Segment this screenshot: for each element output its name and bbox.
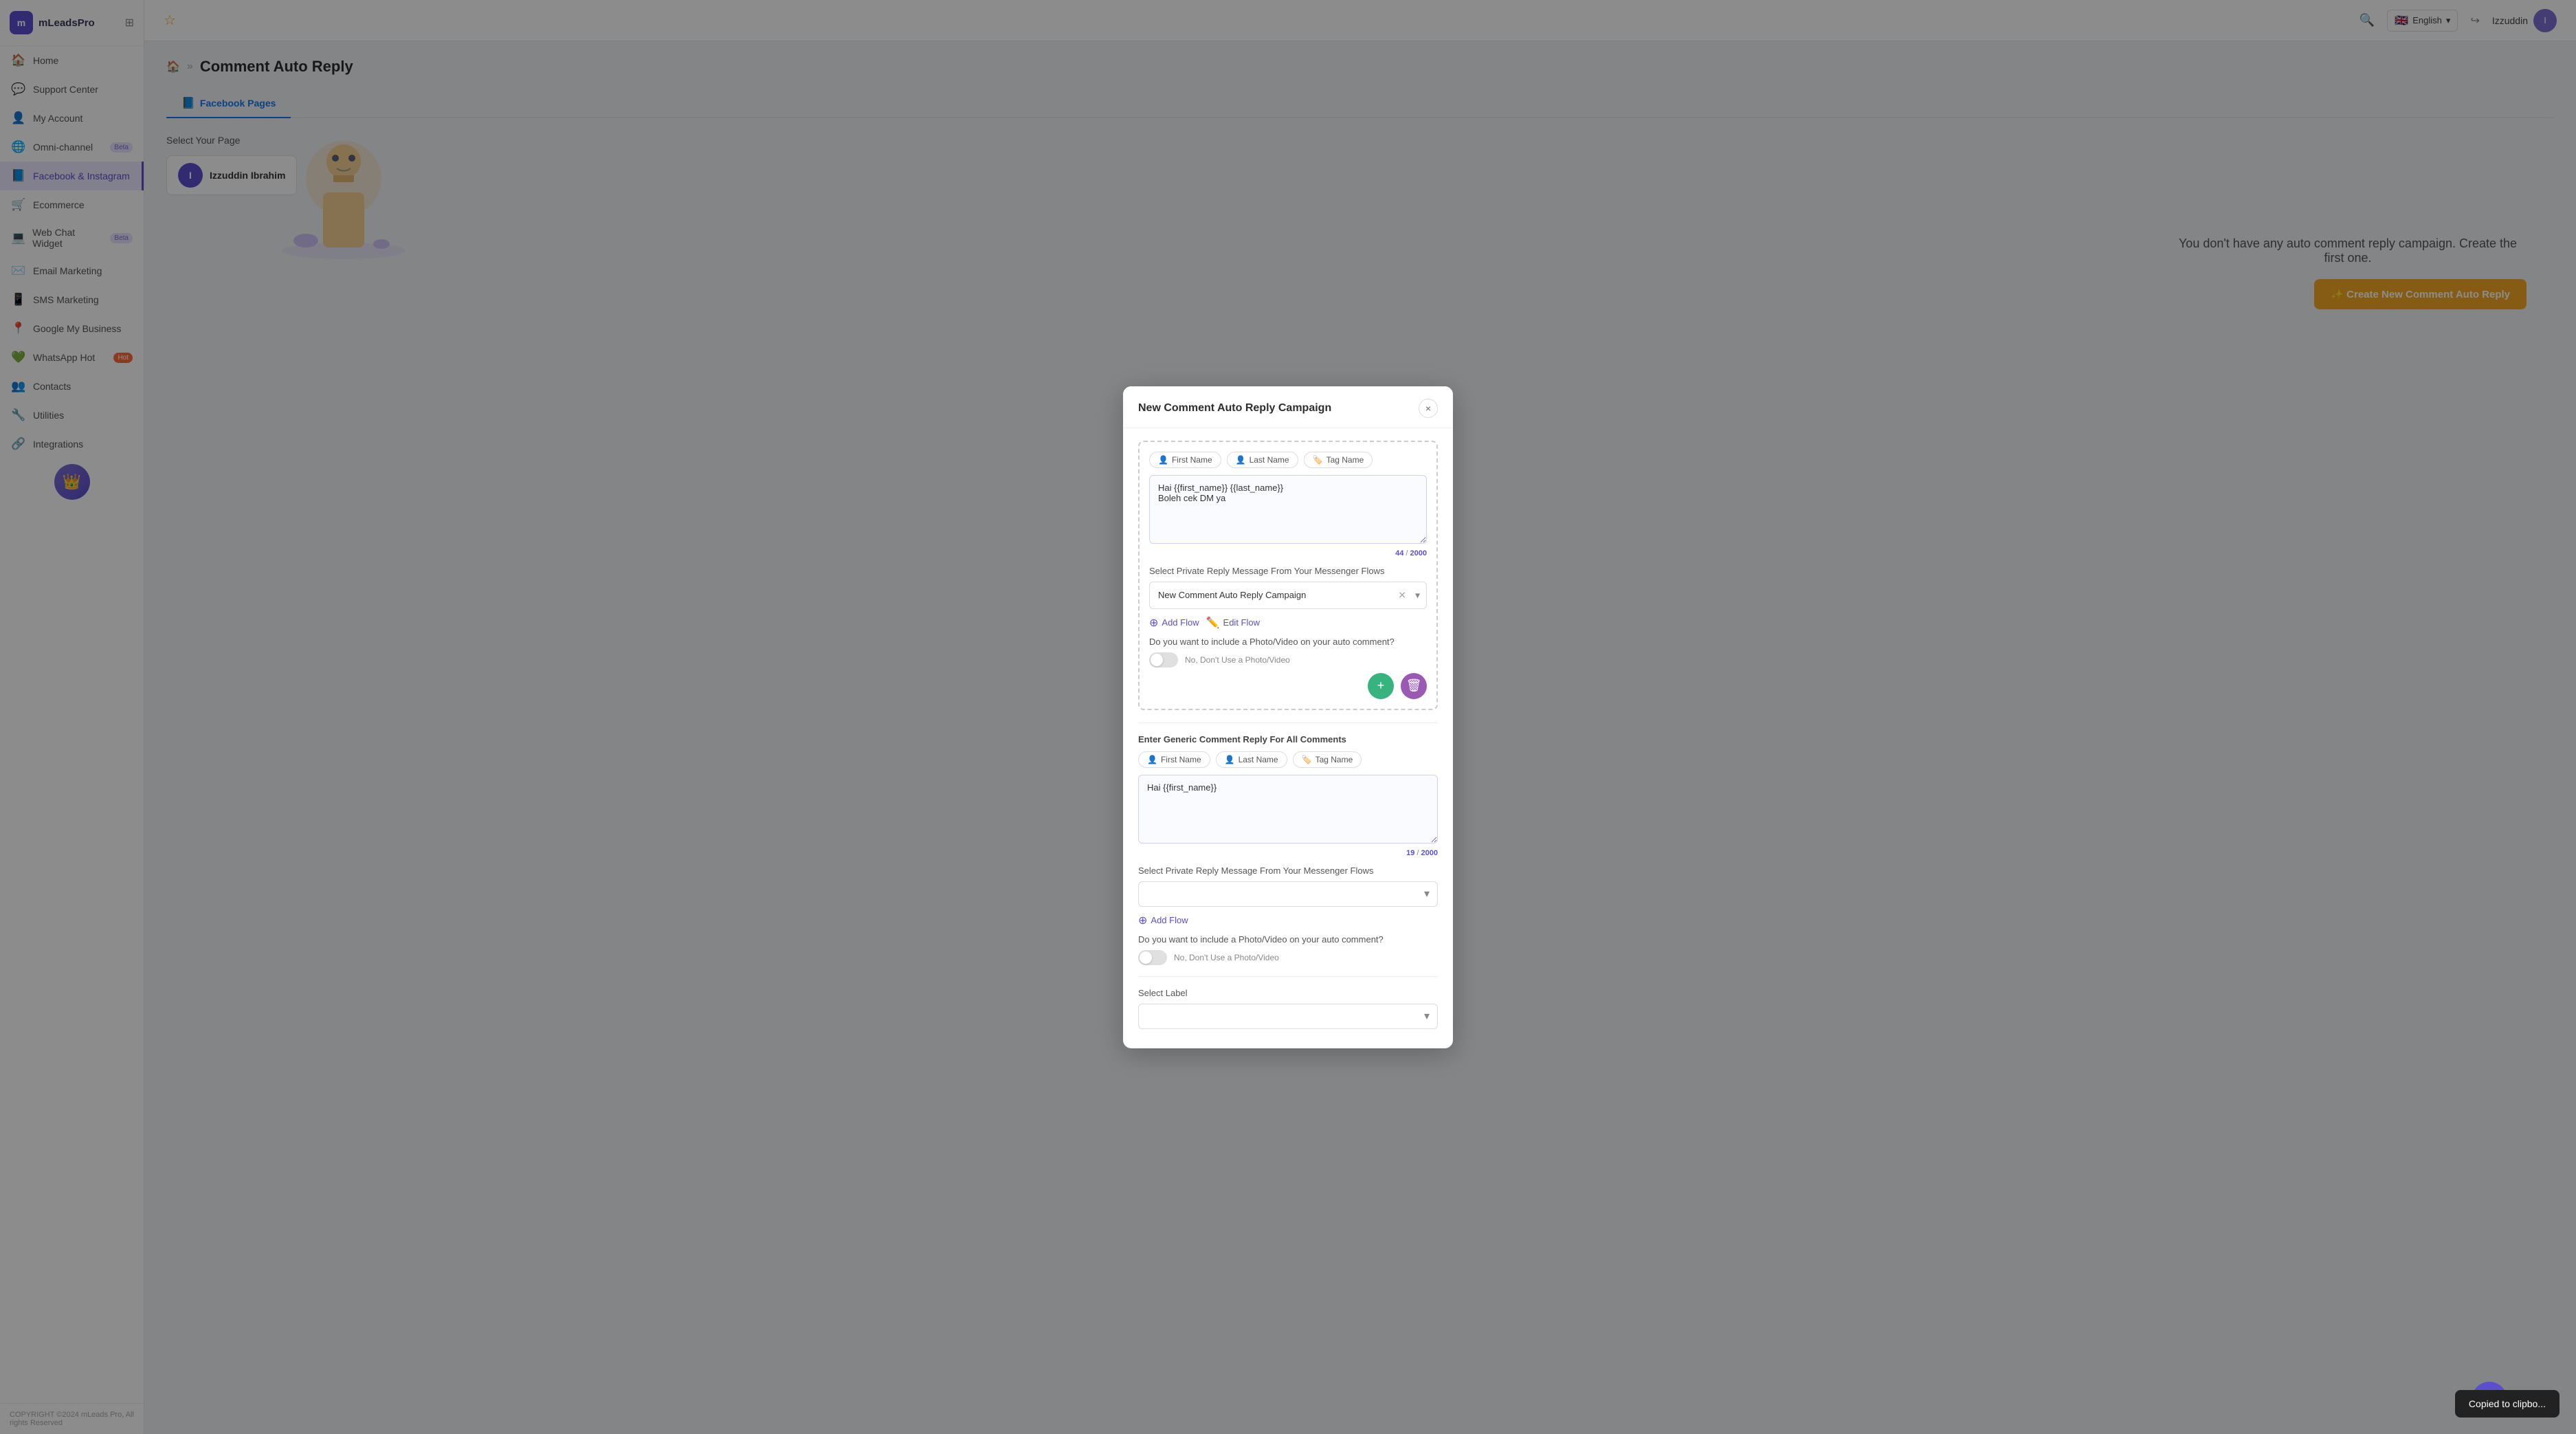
- private-reply-value-1[interactable]: New Comment Auto Reply Campaign: [1149, 582, 1427, 609]
- char-count-1: 44 / 2000: [1149, 549, 1427, 558]
- char-count-2: 19 / 2000: [1138, 849, 1438, 857]
- section-divider-2: [1138, 976, 1438, 977]
- plus-circle-icon: ⊕: [1149, 616, 1158, 630]
- person-icon: 👤: [1158, 455, 1168, 465]
- copied-toast: Copied to clipbo...: [2455, 1390, 2560, 1418]
- first-name-tag-button[interactable]: 👤 First Name: [1149, 452, 1221, 468]
- private-reply-label-2: Select Private Reply Message From Your M…: [1138, 865, 1438, 876]
- section-divider: [1138, 722, 1438, 723]
- private-reply-dropdown-2[interactable]: [1138, 881, 1438, 907]
- tag-icon: 🏷️: [1313, 455, 1323, 465]
- toggle-label-1: No, Don't Use a Photo/Video: [1185, 655, 1290, 665]
- modal-title: New Comment Auto Reply Campaign: [1138, 402, 1331, 415]
- plus-circle-icon-2: ⊕: [1138, 914, 1147, 927]
- label-dropdown[interactable]: [1138, 1004, 1438, 1029]
- photo-toggle-1[interactable]: [1149, 652, 1178, 668]
- modal-overlay: New Comment Auto Reply Campaign × 👤 Firs…: [0, 0, 2576, 1434]
- new-campaign-modal: New Comment Auto Reply Campaign × 👤 Firs…: [1123, 386, 1453, 1048]
- toggle-label-2: No, Don't Use a Photo/Video: [1174, 953, 1279, 962]
- private-reply-label-1: Select Private Reply Message From Your M…: [1149, 566, 1427, 576]
- label-select-wrap: ▾: [1138, 1004, 1438, 1029]
- private-reply-select-1: New Comment Auto Reply Campaign ✕ ▾: [1149, 582, 1427, 609]
- section-actions-1: + 🗑: [1149, 673, 1427, 699]
- message-input-1[interactable]: Hai {{first_name}} {{last_name}} Boleh c…: [1149, 475, 1427, 544]
- tag-name-tag-button[interactable]: 🏷️ Tag Name: [1304, 452, 1373, 468]
- generic-reply-label: Enter Generic Comment Reply For All Comm…: [1138, 734, 1438, 744]
- tag-icon-2: 🏷️: [1302, 755, 1312, 764]
- edit-icon: ✏️: [1206, 616, 1220, 630]
- edit-flow-button[interactable]: ✏️ Edit Flow: [1206, 616, 1260, 630]
- toggle-row-2: No, Don't Use a Photo/Video: [1138, 950, 1438, 965]
- private-reply-select-2: ▾: [1138, 881, 1438, 907]
- flow-actions-1: ⊕ Add Flow ✏️ Edit Flow: [1149, 616, 1427, 630]
- person-icon: 👤: [1236, 455, 1246, 465]
- clear-selection-icon[interactable]: ✕: [1398, 589, 1406, 601]
- message-input-2[interactable]: Hai {{first_name}}: [1138, 775, 1438, 843]
- first-name-tag-button-2[interactable]: 👤 First Name: [1138, 751, 1210, 768]
- delete-section-button[interactable]: 🗑: [1401, 673, 1427, 699]
- modal-header: New Comment Auto Reply Campaign ×: [1123, 386, 1453, 428]
- flow-actions-2: ⊕ Add Flow: [1138, 914, 1438, 927]
- photo-question-2: Do you want to include a Photo/Video on …: [1138, 934, 1438, 945]
- add-flow-button-1[interactable]: ⊕ Add Flow: [1149, 616, 1199, 630]
- tag-name-tag-button-2[interactable]: 🏷️ Tag Name: [1293, 751, 1362, 768]
- photo-toggle-2[interactable]: [1138, 950, 1167, 965]
- person-icon-3: 👤: [1225, 755, 1235, 764]
- modal-close-button[interactable]: ×: [1419, 399, 1438, 418]
- modal-body: 👤 First Name 👤 Last Name 🏷️ Tag Name Hai…: [1123, 428, 1453, 1048]
- toggle-row-1: No, Don't Use a Photo/Video: [1149, 652, 1427, 668]
- tag-row-2: 👤 First Name 👤 Last Name 🏷️ Tag Name: [1138, 751, 1438, 768]
- keyword-section: 👤 First Name 👤 Last Name 🏷️ Tag Name Hai…: [1138, 441, 1438, 710]
- dropdown-arrow-icon[interactable]: ▾: [1415, 589, 1420, 601]
- tag-row-1: 👤 First Name 👤 Last Name 🏷️ Tag Name: [1149, 452, 1427, 468]
- person-icon-2: 👤: [1147, 755, 1157, 764]
- add-section-button[interactable]: +: [1368, 673, 1394, 699]
- last-name-tag-button-2[interactable]: 👤 Last Name: [1216, 751, 1287, 768]
- add-flow-button-2[interactable]: ⊕ Add Flow: [1138, 914, 1188, 927]
- select-label-title: Select Label: [1138, 988, 1438, 998]
- last-name-tag-button[interactable]: 👤 Last Name: [1227, 452, 1298, 468]
- photo-question-1: Do you want to include a Photo/Video on …: [1149, 637, 1427, 647]
